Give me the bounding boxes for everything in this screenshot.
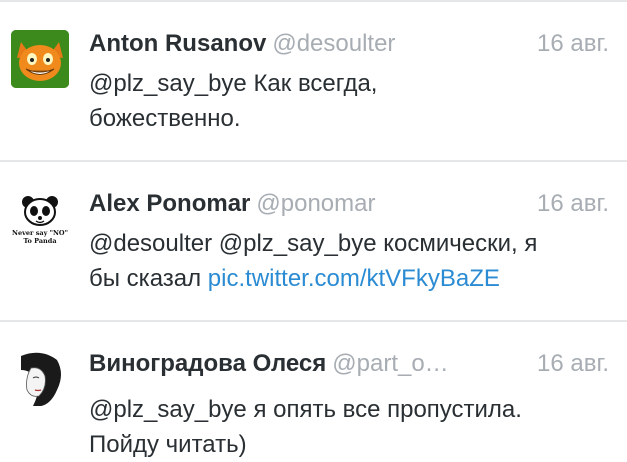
author-name[interactable]: Виноградова Олеся xyxy=(89,350,326,377)
panda-avatar-icon[interactable]: Never say "NO" To Panda xyxy=(11,190,69,248)
tweet-text: @plz_say_bye Как всегда, божественно. xyxy=(89,66,604,136)
author-handle[interactable]: @part_o… xyxy=(332,350,448,377)
author-handle[interactable]: @ponomar xyxy=(256,190,375,217)
author-handle[interactable]: @desoulter xyxy=(272,30,395,57)
tweet-text-line: @plz_say_bye Как всегда, xyxy=(89,70,378,97)
tweet-text: @desoulter @plz_say_bye космически, я бы… xyxy=(89,226,604,296)
tweet-header: Alex Ponomar @ponomar 16 авг. xyxy=(89,190,609,224)
tweet-item[interactable]: Виноградова Олеся @part_o… 16 авг. @plz_s… xyxy=(0,322,627,458)
tweet-item[interactable]: Never say "NO" To Panda Alex Ponomar @pon… xyxy=(0,162,627,320)
tweet-item[interactable]: Anton Rusanov @desoulter 16 авг. @plz_say… xyxy=(0,0,627,160)
tweet-header: Виноградова Олеся @part_o… 16 авг. xyxy=(89,350,609,384)
avatar-caption: To Panda xyxy=(23,237,57,245)
tweet-timeline: Anton Rusanov @desoulter 16 авг. @plz_say… xyxy=(0,0,627,458)
tweet-text-line: божественно. xyxy=(89,105,241,132)
avatar-caption: Never say "NO" xyxy=(12,229,68,237)
tweet-timestamp: 16 авг. xyxy=(537,350,609,377)
tweet-header: Anton Rusanov @desoulter 16 авг. xyxy=(89,30,609,64)
tweet-text-segment: бы сказал xyxy=(89,265,208,292)
tweet-text: @plz_say_bye я опять все пропустила. Пой… xyxy=(89,392,604,462)
tweet-text-line: бы сказал pic.twitter.com/ktVFkyBaZE xyxy=(89,261,604,296)
tweet-text-line: @plz_say_bye я опять все пропустила. xyxy=(89,396,522,423)
tweet-text-line: Пойду читать) xyxy=(89,431,247,458)
tweet-text-line: @desoulter @plz_say_bye космически, я xyxy=(89,230,538,257)
tweet-timestamp: 16 авг. xyxy=(537,190,609,217)
tweet-link[interactable]: pic.twitter.com/ktVFkyBaZE xyxy=(208,265,500,292)
girl-sketch-avatar-icon[interactable] xyxy=(11,350,69,408)
author-name[interactable]: Anton Rusanov xyxy=(89,30,266,57)
orange-cat-avatar-icon[interactable] xyxy=(11,30,69,88)
tweet-timestamp: 16 авг. xyxy=(537,30,609,57)
author-name[interactable]: Alex Ponomar xyxy=(89,190,250,217)
